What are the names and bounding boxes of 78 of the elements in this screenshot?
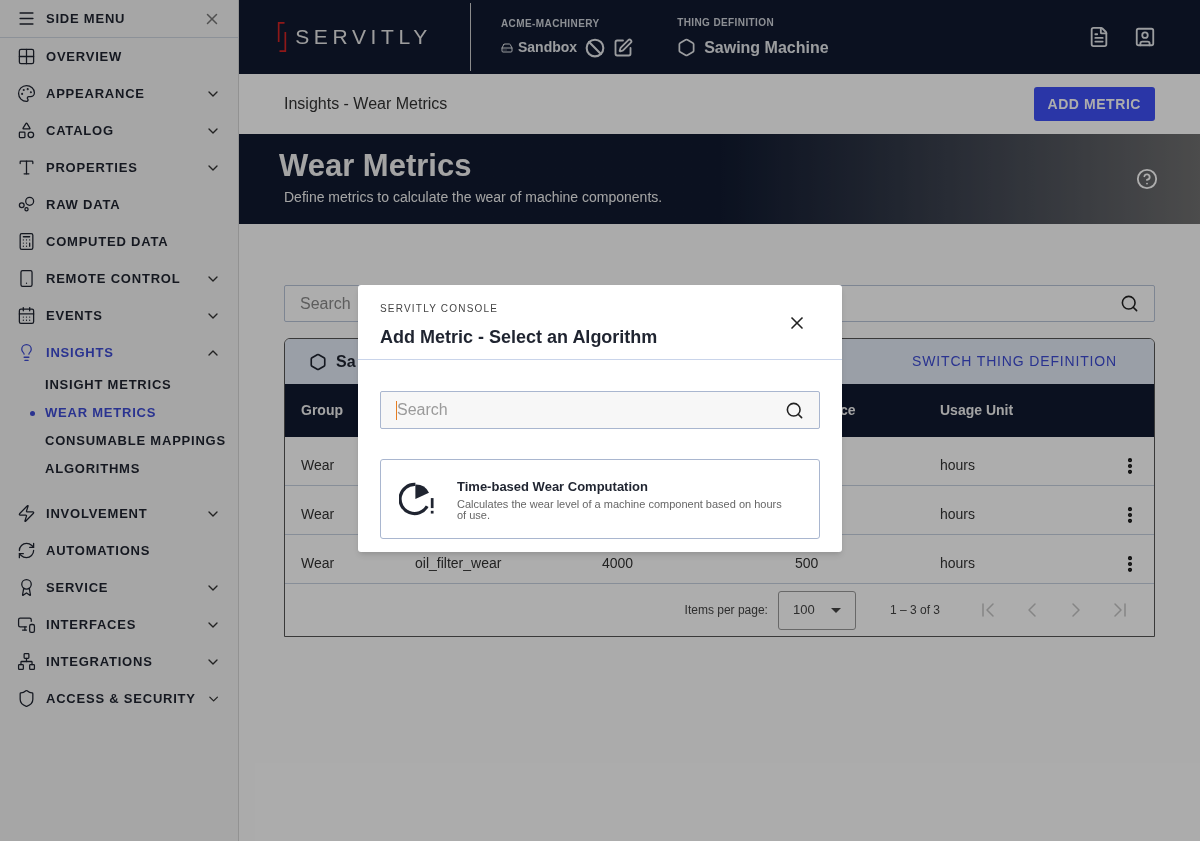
user-icon[interactable]: [1134, 26, 1156, 48]
sidebar-item[interactable]: RAW DATA: [0, 186, 238, 223]
table-cell-text: hours: [940, 456, 977, 475]
table-cell: oil_filter_wear: [415, 555, 502, 571]
sidebar-item[interactable]: OVERVIEW: [0, 38, 238, 75]
sidebar-item[interactable]: REMOTE CONTROL: [0, 260, 238, 297]
document-icon[interactable]: [1088, 26, 1110, 48]
hexagon-icon: [309, 352, 327, 371]
help-icon[interactable]: [1136, 168, 1158, 190]
algorithm-card[interactable]: Time-based Wear Computation Calculates the wear level of a machine component based on hours of use.: [380, 459, 820, 539]
table-cell-text: hours: [940, 505, 977, 524]
hexagon-icon: [677, 38, 697, 57]
grid-icon: [17, 47, 36, 66]
search-icon: [1120, 294, 1139, 313]
bubbles-icon: [17, 195, 36, 214]
calendar-icon: [17, 306, 36, 325]
tenant-name[interactable]: Sandbox: [518, 37, 578, 58]
logo-bracket-icon: [277, 20, 288, 54]
shapes-icon: [17, 121, 36, 140]
palette-icon: [17, 84, 36, 103]
page-subtitle: Define metrics to calculate the wear of machine components.: [284, 188, 663, 207]
drive-icon: [501, 41, 513, 54]
logo[interactable]: SERVITLY: [295, 21, 432, 53]
add-metric-button[interactable]: ADD METRIC: [1033, 87, 1155, 121]
devices-icon: [17, 615, 36, 634]
table-cell-text: Wear: [300, 505, 336, 524]
sidebar-item[interactable]: INVOLVEMENT: [0, 495, 238, 532]
search-icon: [785, 400, 804, 420]
dialog-eyebrow: SERVITLY CONSOLE: [380, 302, 500, 316]
network-icon: [17, 652, 36, 671]
page-title: Wear Metrics: [279, 150, 473, 181]
sidebar-item[interactable]: INSIGHTS: [0, 334, 238, 371]
sidebar-item[interactable]: ACCESS & SECURITY: [0, 680, 238, 717]
sidebar-subitem[interactable]: CONSUMABLE MAPPINGS: [0, 427, 238, 455]
sidebar-item[interactable]: INTEGRATIONS: [0, 643, 238, 680]
page-size-select[interactable]: 100: [777, 590, 856, 630]
sidebar-item[interactable]: EVENTS: [0, 297, 238, 334]
items-per-page-label: Items per page:: [684, 602, 768, 619]
side-menu-title: SIDE MENU: [46, 9, 127, 28]
algorithm-description: Calculates the wear level of a machine component based on hours of use.: [457, 499, 783, 522]
phone-icon: [17, 269, 36, 288]
shield-icon: [17, 689, 36, 708]
table-cell: 500: [795, 555, 819, 571]
table-cell-text: hours: [940, 554, 977, 573]
lightning-icon: [17, 504, 36, 523]
page-range: 1 – 3 of 3: [889, 602, 940, 619]
thing-definition-label: THING DEFINITION: [677, 15, 776, 30]
sidebar-item[interactable]: APPEARANCE: [0, 75, 238, 112]
sidebar-item[interactable]: AUTOMATIONS: [0, 532, 238, 569]
search-placeholder: Search: [397, 400, 448, 420]
sidebar-item[interactable]: INTERFACES: [0, 606, 238, 643]
text-cursor: [396, 400, 397, 420]
edit-icon[interactable]: [613, 37, 634, 58]
search-placeholder: Search: [300, 293, 351, 314]
table-cell-text: Wear: [300, 456, 336, 475]
table-cell-text: Wear: [300, 554, 336, 573]
letter-icon: [17, 158, 36, 177]
refresh-icon: [17, 541, 36, 560]
thing-definition-name[interactable]: Sawing Machine: [704, 35, 829, 60]
switch-thing-definition-link[interactable]: SWITCH THING DEFINITION: [912, 351, 1117, 372]
tenant-label: ACME-MACHINERY: [501, 17, 601, 31]
sidebar-subitem[interactable]: ALGORITHMS: [0, 455, 238, 483]
sidebar-subitem[interactable]: WEAR METRICS: [0, 399, 238, 427]
sidebar-subitem[interactable]: INSIGHT METRICS: [0, 371, 238, 399]
menu-icon[interactable]: [17, 9, 36, 28]
dialog-title: Add Metric - Select an Algorithm: [380, 326, 659, 349]
table-cell: 4000: [602, 555, 634, 571]
thing-name: Sa: [336, 351, 356, 372]
sidebar-item[interactable]: PROPERTIES: [0, 149, 238, 186]
column-header[interactable]: Usage Unit: [940, 400, 1094, 421]
sidebar-item[interactable]: SERVICE: [0, 569, 238, 606]
breadcrumb: Insights - Wear Metrics: [284, 94, 448, 114]
dropdown-caret-icon: [830, 607, 841, 613]
sidebar-item[interactable]: COMPUTED DATA: [0, 223, 238, 260]
algorithm-title: Time-based Wear Computation: [457, 477, 649, 496]
calculator-icon: [17, 232, 36, 251]
sidebar-item[interactable]: CATALOG: [0, 112, 238, 149]
blocked-icon[interactable]: [585, 37, 606, 58]
